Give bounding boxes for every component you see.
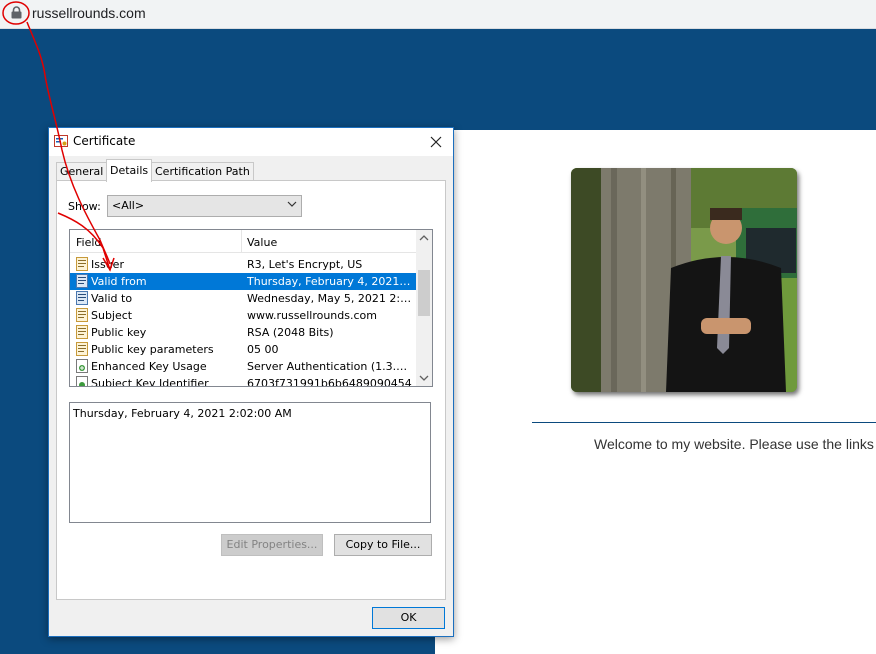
website-content: Welcome to my website. Please use the li…: [435, 130, 876, 654]
field-value: www.russellrounds.com: [247, 309, 377, 322]
field-icon: [76, 274, 88, 288]
field-name: Enhanced Key Usage: [91, 360, 207, 373]
list-row[interactable]: Issuer R3, Let's Encrypt, US: [70, 256, 416, 273]
list-row[interactable]: Public key RSA (2048 Bits): [70, 324, 416, 341]
url-text[interactable]: russellrounds.com: [32, 5, 146, 21]
field-value: RSA (2048 Bits): [247, 326, 334, 339]
tab-certification-path[interactable]: Certification Path: [151, 162, 254, 181]
copy-to-file-button[interactable]: Copy to File...: [334, 534, 432, 556]
show-dropdown[interactable]: <All>: [107, 195, 302, 217]
edit-properties-button[interactable]: Edit Properties...: [221, 534, 323, 556]
field-icon: [76, 257, 88, 271]
list-row-selected[interactable]: Valid from Thursday, February 4, 2021 2.…: [70, 273, 416, 290]
list-row[interactable]: Public key parameters 05 00: [70, 341, 416, 358]
list-scrollbar[interactable]: [416, 230, 432, 386]
extension-icon: [76, 359, 88, 373]
chevron-down-icon: [287, 201, 297, 207]
dialog-titlebar[interactable]: Certificate: [49, 128, 453, 156]
certificate-dialog: Certificate General Details Certificatio…: [48, 127, 454, 637]
field-name: Public key: [91, 326, 147, 339]
scroll-down-icon[interactable]: [416, 370, 432, 386]
list-row[interactable]: Subject www.russellrounds.com: [70, 307, 416, 324]
ok-button[interactable]: OK: [372, 607, 445, 629]
list-row[interactable]: Subject Key Identifier 6703f731991b6b648…: [70, 375, 416, 387]
lock-icon[interactable]: [11, 6, 22, 19]
field-value: 6703f731991b6b6489090454: [247, 377, 412, 387]
field-value: Thursday, February 4, 2021 2...: [247, 275, 413, 288]
list-row[interactable]: Valid to Wednesday, May 5, 2021 2:0...: [70, 290, 416, 307]
extension-icon: [76, 376, 88, 386]
column-separator[interactable]: [241, 230, 242, 252]
list-header: Field Value: [70, 230, 416, 253]
list-row[interactable]: Enhanced Key Usage Server Authentication…: [70, 358, 416, 375]
details-panel: Show: <All> Field Value Issuer R3, Let's…: [56, 180, 446, 600]
dialog-title: Certificate: [73, 134, 136, 148]
column-header-field[interactable]: Field: [76, 236, 101, 249]
profile-photo: [571, 168, 797, 392]
field-value: Server Authentication (1.3.6....: [247, 360, 413, 373]
show-dropdown-value: <All>: [112, 199, 145, 212]
column-header-value[interactable]: Value: [247, 236, 277, 249]
content-divider: [532, 422, 876, 423]
scroll-up-icon[interactable]: [416, 230, 432, 246]
welcome-text: Welcome to my website. Please use the li…: [594, 436, 874, 452]
tab-details[interactable]: Details: [106, 159, 153, 182]
certificate-icon: [54, 135, 68, 147]
field-icon: [76, 342, 88, 356]
field-icon: [76, 325, 88, 339]
close-icon: [430, 136, 442, 148]
scroll-thumb[interactable]: [418, 270, 430, 316]
field-name: Valid to: [91, 292, 133, 305]
field-icon: [76, 308, 88, 322]
field-name: Issuer: [91, 258, 124, 271]
show-label: Show:: [68, 200, 101, 213]
field-icon: [76, 291, 88, 305]
tab-general[interactable]: General: [56, 162, 108, 181]
field-name: Subject Key Identifier: [91, 377, 209, 387]
field-value: 05 00: [247, 343, 279, 356]
field-name: Subject: [91, 309, 133, 322]
close-button[interactable]: [424, 131, 448, 153]
address-bar[interactable]: russellrounds.com: [0, 0, 876, 29]
value-detail-text: Thursday, February 4, 2021 2:02:00 AM: [73, 407, 292, 420]
field-value: R3, Let's Encrypt, US: [247, 258, 363, 271]
field-value: Wednesday, May 5, 2021 2:0...: [247, 292, 413, 305]
field-name: Public key parameters: [91, 343, 214, 356]
field-name: Valid from: [91, 275, 147, 288]
fields-list[interactable]: Field Value Issuer R3, Let's Encrypt, US…: [69, 229, 433, 387]
value-detail-box[interactable]: Thursday, February 4, 2021 2:02:00 AM: [69, 402, 431, 523]
